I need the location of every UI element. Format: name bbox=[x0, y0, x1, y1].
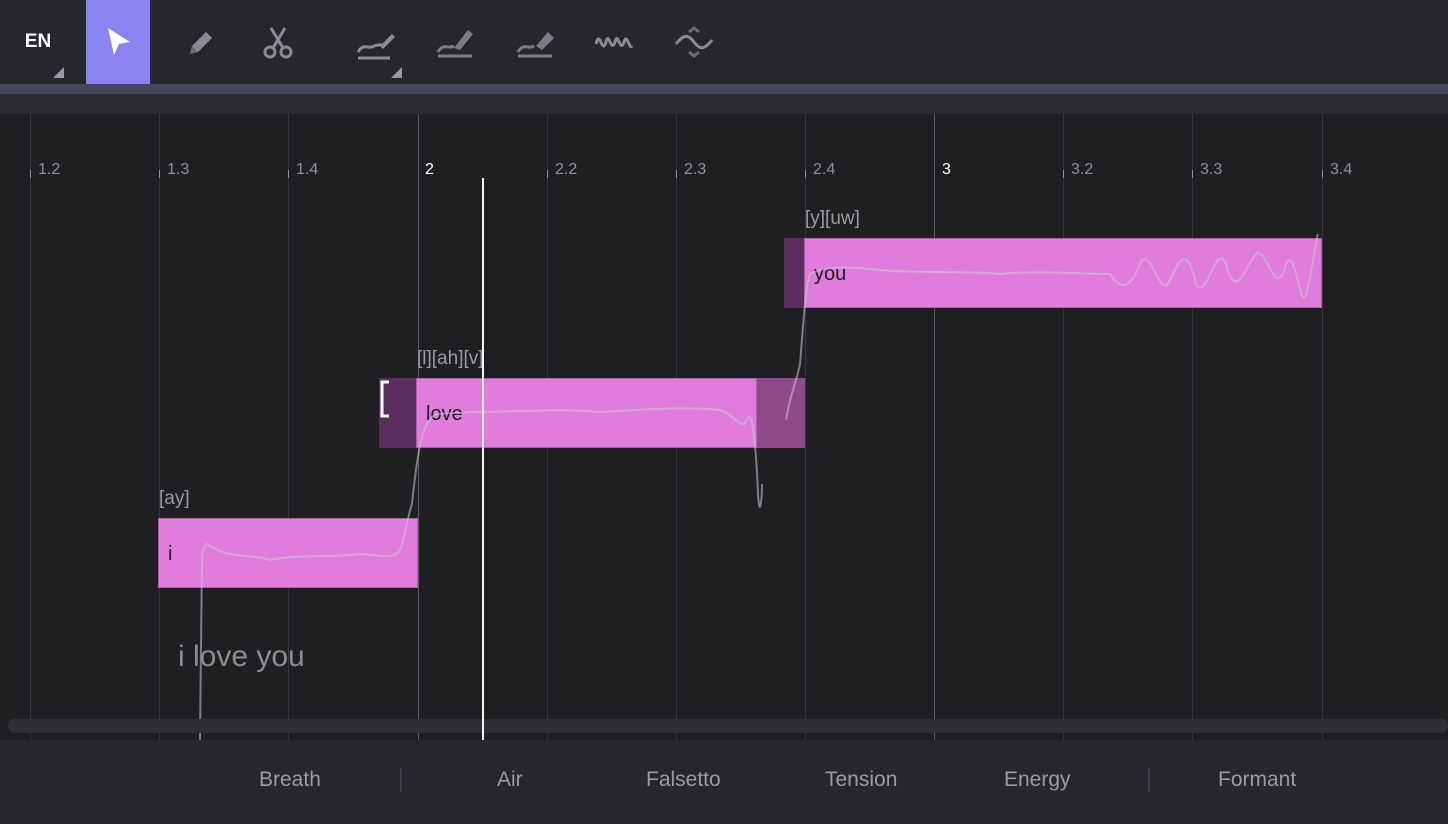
toolbar: EN bbox=[0, 0, 1448, 84]
tab-falsetto[interactable]: Falsetto bbox=[646, 768, 721, 792]
dropdown-corner-icon bbox=[391, 67, 402, 78]
pencil-tool-button[interactable] bbox=[166, 0, 230, 84]
pencil-icon bbox=[190, 32, 212, 54]
language-label: EN bbox=[24, 31, 52, 52]
resize-bracket-icon bbox=[380, 380, 389, 418]
overview-strip[interactable] bbox=[0, 94, 1448, 114]
pitch-erase-tool-button[interactable] bbox=[502, 0, 566, 84]
dropdown-corner-icon bbox=[53, 67, 64, 78]
pitch-eraser-icon bbox=[516, 32, 554, 58]
pitch-draw-tool-button[interactable] bbox=[342, 0, 406, 84]
scissors-icon bbox=[263, 27, 293, 59]
lyrics-text: i love you bbox=[178, 640, 305, 673]
playhead[interactable] bbox=[482, 178, 484, 740]
ruler-bar bbox=[0, 84, 1448, 94]
tab-formant[interactable]: Formant bbox=[1218, 768, 1296, 792]
tab-energy[interactable]: Energy bbox=[1004, 768, 1071, 792]
vibrato-wave-icon bbox=[594, 37, 634, 49]
scissors-tool-button[interactable] bbox=[246, 0, 310, 84]
transition-tool-button[interactable] bbox=[662, 0, 726, 84]
tab-separator bbox=[400, 768, 402, 792]
vibrato-tool-button[interactable] bbox=[582, 0, 646, 84]
tab-breath[interactable]: Breath bbox=[259, 768, 321, 792]
tab-tension[interactable]: Tension bbox=[825, 768, 897, 792]
pitch-pen-icon bbox=[356, 34, 395, 60]
tab-separator bbox=[1148, 768, 1150, 792]
tab-air[interactable]: Air bbox=[497, 768, 523, 792]
language-button[interactable]: EN bbox=[0, 0, 76, 84]
select-tool-button[interactable] bbox=[86, 0, 150, 84]
pitch-flatten-icon bbox=[436, 30, 473, 58]
horizontal-scrollbar[interactable] bbox=[8, 719, 1448, 733]
transition-icon bbox=[674, 26, 714, 58]
parameter-tabs-bar: Breath Air Falsetto Tension Energy Forma… bbox=[0, 740, 1448, 824]
pitch-flatten-tool-button[interactable] bbox=[422, 0, 486, 84]
pointer-arrow-icon bbox=[108, 28, 130, 55]
piano-roll-editor[interactable]: 1.2 1.3 1.4 2 2.2 2.3 2.4 3 3.2 3.3 3.4 … bbox=[0, 114, 1448, 740]
